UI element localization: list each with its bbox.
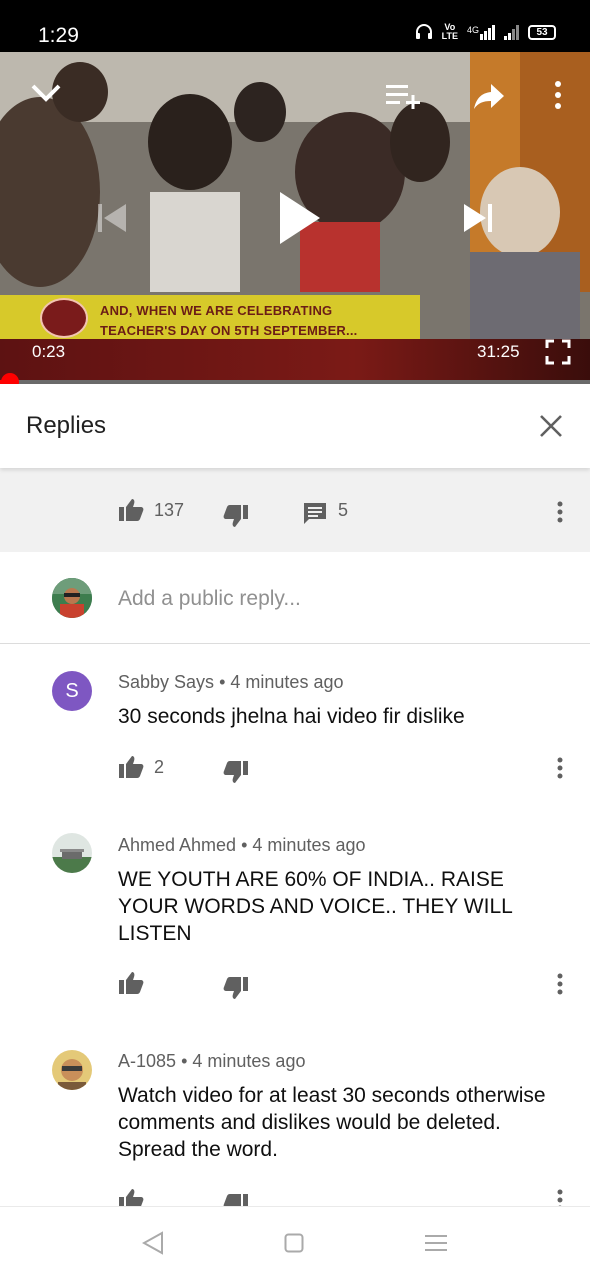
duration: 31:25 [477,342,520,361]
like-count: 2 [154,757,165,777]
headphones-icon [415,24,432,39]
more-vertical-icon[interactable] [552,80,564,110]
avatar-letter: S [65,680,79,702]
share-icon[interactable] [473,82,505,110]
comment-meta: A-1085 • 4 minutes ago [118,1051,305,1072]
battery-icon: 53 [528,24,556,40]
system-nav-bar [0,1206,590,1279]
thumb-down-icon[interactable] [223,760,249,784]
comment-text: Watch video for at least 30 seconds othe… [118,1084,546,1161]
caption-line-1: AND, WHEN WE ARE CELEBRATING [100,303,333,318]
chevron-down-icon[interactable] [30,82,62,104]
like-count: 137 [154,500,185,520]
comment-author[interactable]: A-1085 [118,1051,176,1071]
volte-bottom: LTE [441,31,458,41]
thumb-down-icon[interactable] [223,976,249,1000]
menu-lines-icon[interactable] [425,1234,447,1252]
comment-meta: Sabby Says • 4 minutes ago [118,672,343,693]
home-square-icon[interactable] [284,1233,304,1253]
comment-meta: Ahmed Ahmed • 4 minutes ago [118,835,366,856]
signal-icon [504,24,519,40]
signal-4g-icon: 4G [466,24,495,40]
caption-line-2: TEACHER'S DAY ON 5TH SEPTEMBER... [100,323,358,338]
status-icons: Vo LTE 4G 53 [415,23,556,41]
close-icon[interactable] [539,414,563,438]
replies-header: Replies [0,384,590,468]
avatar [52,1050,92,1090]
status-bar: 1:29 Vo LTE 4G 53 [0,0,590,52]
more-vertical-icon[interactable] [557,757,563,779]
comment-author[interactable]: Sabby Says [118,672,214,692]
reply-input[interactable]: Add a public reply... [118,587,301,611]
thumb-up-icon[interactable] [118,755,144,779]
reply-count: 5 [338,500,349,520]
video-player[interactable]: AND, WHEN WE ARE CELEBRATING TEACHER'S D… [0,52,590,384]
fullscreen-icon[interactable] [545,339,571,365]
replies-title: Replies [26,412,107,439]
parent-comment-actions: 137 5 [0,462,590,552]
avatar: S [52,671,92,711]
comment-text: WE YOUTH ARE 60% OF INDIA.. RAISE YOUR W… [118,868,513,945]
playlist-add-icon[interactable] [386,83,422,109]
comment-time: 4 minutes ago [252,835,366,855]
skip-previous-icon [98,204,126,232]
screen: { "status_bar": { "time": "1:29", "netwo… [0,0,590,1279]
meta-separator: • [241,835,248,855]
back-triangle-icon[interactable] [142,1231,164,1255]
show-logo [40,298,88,338]
reply-compose[interactable]: Add a public reply... [0,552,590,644]
comment-icon[interactable] [303,502,327,526]
signal-label: 4G [466,24,479,35]
meta-separator: • [181,1051,188,1071]
comment-author[interactable]: Ahmed Ahmed [118,835,236,855]
caption-text: AND, WHEN WE ARE CELEBRATING TEACHER'S D… [100,301,400,341]
meta-separator: • [219,672,226,692]
comment-time: 4 minutes ago [230,672,344,692]
skip-next-icon[interactable] [462,202,494,234]
more-vertical-icon[interactable] [557,501,563,523]
comment-text: 30 seconds jhelna hai video fir dislike [118,705,465,728]
thumb-up-icon[interactable] [118,971,144,995]
avatar [52,833,92,873]
thumb-down-icon[interactable] [223,504,249,528]
user-avatar [52,578,92,618]
volte-indicator: Vo LTE [442,23,458,41]
current-time: 0:23 [32,342,66,361]
status-time: 1:29 [38,24,79,47]
more-vertical-icon[interactable] [557,973,563,995]
play-icon[interactable] [278,190,322,246]
thumb-up-icon[interactable] [118,498,144,522]
comment-time: 4 minutes ago [192,1051,306,1071]
